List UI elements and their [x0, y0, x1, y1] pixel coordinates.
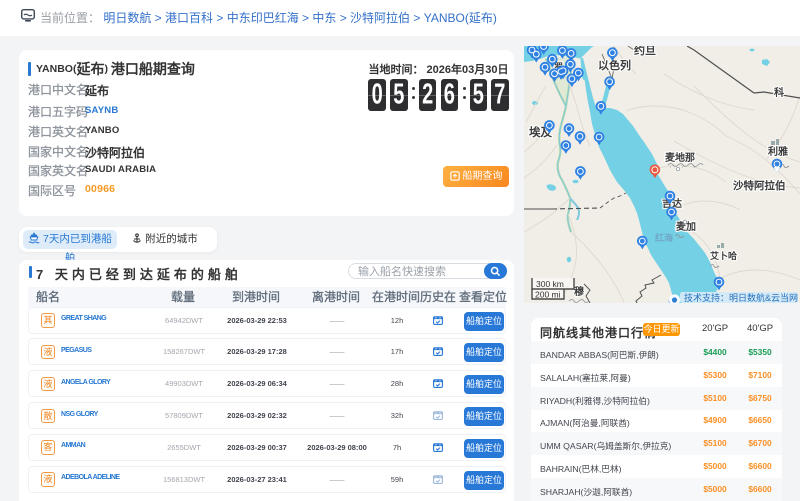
svg-text:麦地那: 麦地那 — [665, 151, 695, 164]
svg-text:红海: 红海 — [655, 232, 673, 243]
svg-text:技术支持：明日数航&云当网: 技术支持：明日数航&云当网 — [684, 292, 798, 303]
svg-text:沙特阿拉伯: 沙特阿拉伯 — [733, 179, 786, 192]
svg-text:艾卜哈: 艾卜哈 — [710, 250, 737, 261]
svg-text:穆: 穆 — [574, 285, 584, 298]
svg-text:300 km: 300 km — [536, 279, 564, 289]
svg-text:科: 科 — [774, 86, 784, 99]
svg-text:利雅: 利雅 — [768, 145, 788, 158]
svg-text:200 mi: 200 mi — [535, 290, 561, 300]
svg-text:约旦: 约旦 — [634, 46, 656, 57]
svg-text:以色列: 以色列 — [598, 58, 631, 72]
